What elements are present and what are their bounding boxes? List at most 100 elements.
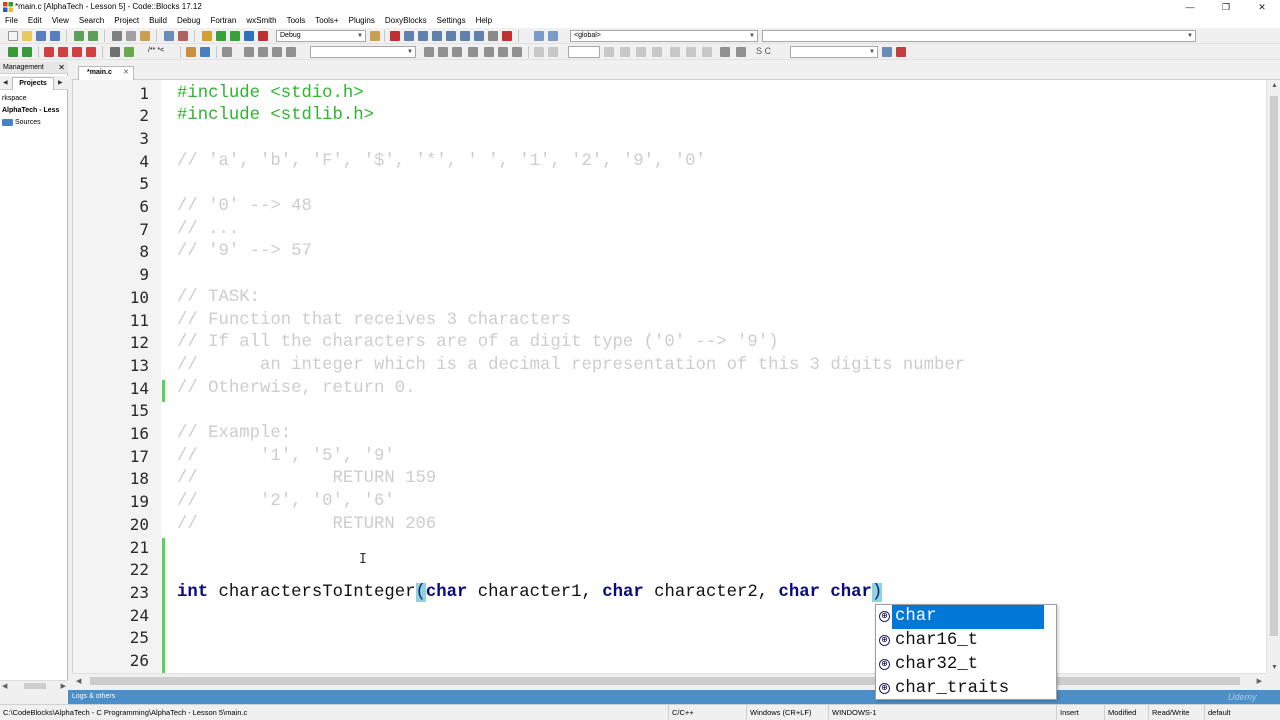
find-next-icon[interactable] — [438, 47, 448, 57]
scroll-up-icon[interactable]: ▲ — [1271, 82, 1278, 89]
back-icon[interactable] — [244, 47, 254, 57]
line-number[interactable]: 26 — [73, 650, 149, 673]
next-line-icon[interactable] — [418, 31, 428, 41]
scrollbar-thumb[interactable] — [24, 683, 46, 689]
jump-forward-icon[interactable] — [22, 47, 32, 57]
line-number[interactable]: 14 — [73, 378, 149, 401]
jump-back-icon[interactable] — [8, 47, 18, 57]
tab-projects[interactable]: Projects — [12, 77, 54, 90]
highlight-icon[interactable] — [468, 47, 478, 57]
scrollbar-thumb[interactable] — [1270, 96, 1278, 636]
autocomplete-item[interactable]: ⊕ char32_t — [876, 653, 1056, 677]
next-icon[interactable] — [286, 47, 296, 57]
regex-icon[interactable] — [498, 47, 508, 57]
close-icon[interactable]: ✕ — [123, 67, 129, 79]
editor-vertical-scrollbar[interactable]: ▲ ▼ — [1266, 80, 1280, 673]
undo-icon[interactable] — [74, 31, 84, 41]
tree-workspace[interactable]: rkspace — [2, 94, 27, 104]
maximize-button[interactable]: ❐ — [1208, 0, 1244, 14]
rebuild-icon[interactable] — [244, 31, 254, 41]
doxy-comment-button[interactable]: /** *< — [148, 47, 164, 54]
line-number[interactable]: 20 — [73, 514, 149, 537]
save-icon[interactable] — [36, 31, 46, 41]
tool-icon[interactable] — [222, 47, 232, 57]
line-number[interactable]: 23 — [73, 582, 149, 605]
autocomplete-item[interactable]: ⊕ char_traits — [876, 677, 1056, 701]
search-icon[interactable] — [882, 47, 892, 57]
layout-icon[interactable] — [670, 47, 680, 57]
scroll-down-icon[interactable]: ▼ — [1271, 664, 1278, 671]
next-bookmark-icon[interactable] — [72, 47, 82, 57]
redo-icon[interactable] — [88, 31, 98, 41]
layout-icon[interactable] — [686, 47, 696, 57]
save-all-icon[interactable] — [50, 31, 60, 41]
prev-bookmark-icon[interactable] — [58, 47, 68, 57]
line-number[interactable]: 12 — [73, 332, 149, 355]
run-to-cursor-icon[interactable] — [404, 31, 414, 41]
close-icon[interactable]: ✕ — [58, 62, 65, 74]
line-number[interactable]: 2 — [73, 105, 149, 128]
search-combo[interactable]: ▼ — [310, 46, 416, 58]
target-dialog-icon[interactable] — [370, 31, 380, 41]
menu-build[interactable]: Build — [144, 14, 172, 28]
doxywizard-icon[interactable] — [186, 47, 196, 57]
menu-doxyblocks[interactable]: DoxyBlocks — [380, 14, 432, 28]
next-instruction-icon[interactable] — [460, 31, 470, 41]
minimize-button[interactable]: — — [1172, 0, 1208, 14]
new-file-icon[interactable] — [8, 31, 18, 41]
wxsmith-select[interactable] — [568, 46, 600, 58]
menu-help[interactable]: Help — [471, 14, 497, 28]
extract-docs-icon[interactable] — [200, 47, 210, 57]
build-and-run-icon[interactable] — [230, 31, 240, 41]
scroll-left-icon[interactable]: ◀ — [2, 682, 7, 690]
autocomplete-item[interactable]: ⊕ char16_t — [876, 629, 1056, 653]
code-scope-select[interactable]: <global> ▼ — [570, 30, 758, 42]
cut-icon[interactable] — [112, 31, 122, 41]
menu-edit[interactable]: Edit — [23, 14, 47, 28]
menu-project[interactable]: Project — [109, 14, 144, 28]
find-prev-icon[interactable] — [424, 47, 434, 57]
forward-icon[interactable] — [258, 47, 268, 57]
uncomment-icon[interactable] — [124, 47, 134, 57]
menu-view[interactable]: View — [47, 14, 74, 28]
abort-icon[interactable] — [258, 31, 268, 41]
debugging-windows-icon[interactable] — [534, 31, 544, 41]
toggle-bookmark-icon[interactable] — [44, 47, 54, 57]
autocomplete-item[interactable]: ⊕ char — [876, 605, 1056, 629]
line-number[interactable]: 1 — [73, 83, 149, 106]
management-scrollbar[interactable]: ◀ ▶ — [0, 680, 68, 690]
menu-settings[interactable]: Settings — [432, 14, 471, 28]
settings-icon[interactable] — [896, 47, 906, 57]
open-file-icon[interactable] — [22, 31, 32, 41]
break-debugger-icon[interactable] — [488, 31, 498, 41]
replace-icon[interactable] — [178, 31, 188, 41]
copy-icon[interactable] — [126, 31, 136, 41]
paste-icon[interactable] — [140, 31, 150, 41]
tree-sources[interactable]: Sources — [2, 118, 41, 128]
tab-main-c[interactable]: *main.c ✕ — [78, 66, 134, 80]
run-icon[interactable] — [216, 31, 226, 41]
zoom-out-icon[interactable] — [736, 47, 746, 57]
build-target-select[interactable]: Debug ▼ — [276, 30, 366, 42]
line-number[interactable]: 21 — [73, 537, 149, 560]
menu-tools-plus[interactable]: Tools+ — [310, 14, 343, 28]
line-number[interactable]: 13 — [73, 355, 149, 378]
symbol-select[interactable]: ▼ — [790, 46, 878, 58]
menu-tools[interactable]: Tools — [282, 14, 311, 28]
comment-icon[interactable] — [110, 47, 120, 57]
line-number[interactable]: 8 — [73, 241, 149, 264]
line-number[interactable]: 25 — [73, 627, 149, 650]
menu-file[interactable]: File — [0, 14, 23, 28]
zoom-in-icon[interactable] — [720, 47, 730, 57]
line-number[interactable]: 10 — [73, 287, 149, 310]
line-number[interactable]: 9 — [73, 264, 149, 287]
find-icon[interactable] — [164, 31, 174, 41]
clear-bookmarks-icon[interactable] — [86, 47, 96, 57]
step-into-icon[interactable] — [432, 31, 442, 41]
menu-search[interactable]: Search — [74, 14, 109, 28]
debug-info-icon[interactable] — [548, 31, 558, 41]
scroll-right-icon[interactable]: ▶ — [61, 682, 66, 690]
line-number[interactable]: 11 — [73, 310, 149, 333]
search-case-label[interactable]: S C — [756, 46, 771, 56]
line-number[interactable]: 6 — [73, 196, 149, 219]
